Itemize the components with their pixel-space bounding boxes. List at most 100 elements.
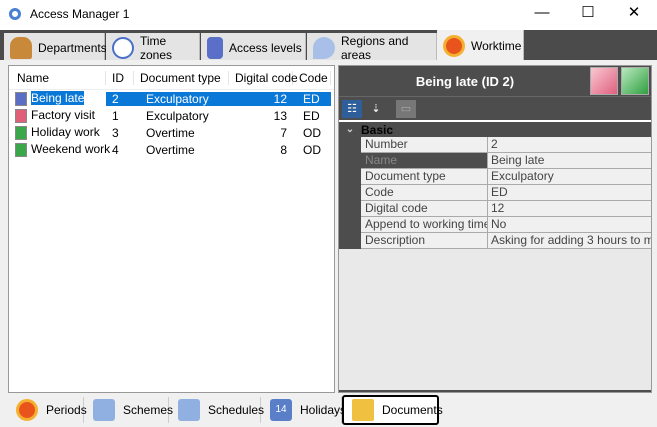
row-name: Factory visit bbox=[31, 108, 96, 123]
categorized-view-icon[interactable]: ☷ bbox=[342, 99, 362, 118]
tab-documents[interactable]: Documents bbox=[342, 395, 443, 425]
table-row[interactable]: Being late 2 Exculpatory 12 ED bbox=[9, 90, 334, 107]
property-key: Name bbox=[361, 153, 488, 169]
document-icon bbox=[15, 108, 27, 123]
maximize-button[interactable]: ☐ bbox=[565, 0, 611, 28]
category-basic[interactable]: ⌄ Basic bbox=[339, 122, 651, 137]
clock-icon bbox=[112, 36, 134, 59]
property-pages-icon[interactable]: ▭ bbox=[396, 99, 416, 118]
bottom-tab-strip: Periods Schemes Schedules 14 Holidays Doc… bbox=[0, 395, 657, 427]
column-name[interactable]: Name bbox=[9, 70, 106, 85]
notepad-pencil-icon bbox=[352, 399, 374, 421]
row-name: Being late bbox=[31, 91, 85, 106]
document-icon bbox=[15, 125, 27, 140]
property-key: Append to working time bbox=[361, 217, 488, 233]
worktime-content: Name ID Document type Digital code Code … bbox=[0, 60, 657, 395]
tab-label: Departments bbox=[38, 40, 107, 55]
tab-departments[interactable]: Departments bbox=[4, 33, 107, 62]
tab-label: Schemes bbox=[123, 403, 174, 417]
top-tab-strip: Departments Time zones Access levels Reg… bbox=[0, 28, 657, 62]
property-row[interactable]: Document type Exculpatory bbox=[339, 169, 651, 185]
window-title: Access Manager 1 bbox=[30, 7, 130, 21]
column-document-type[interactable]: Document type bbox=[134, 70, 229, 85]
tab-label: Regions and areas bbox=[341, 33, 409, 62]
list-header: Name ID Document type Digital code Code bbox=[9, 66, 334, 90]
alphabetical-sort-icon[interactable]: ⇣ bbox=[366, 100, 386, 118]
category-label: Basic bbox=[361, 122, 394, 137]
row-code: ED bbox=[303, 108, 320, 123]
tab-label: Documents bbox=[382, 403, 443, 417]
property-key: Description bbox=[361, 233, 488, 249]
tab-label: Periods bbox=[46, 403, 87, 417]
row-digital-code: 8 bbox=[280, 142, 287, 157]
property-grid: ⌄ Basic Number 2 Name Being late Document typ… bbox=[339, 122, 651, 390]
calendar-14-icon: 14 bbox=[270, 399, 292, 421]
tab-schedules[interactable]: Schedules bbox=[170, 397, 264, 423]
property-value[interactable]: Being late bbox=[488, 153, 651, 169]
tab-access-levels[interactable]: Access levels bbox=[201, 33, 306, 62]
property-value[interactable]: 2 bbox=[488, 137, 651, 153]
property-key: Code bbox=[361, 185, 488, 201]
property-value[interactable]: Exculpatory bbox=[488, 169, 651, 185]
row-document-type: Overtime bbox=[146, 142, 195, 157]
tab-schemes[interactable]: Schemes bbox=[85, 397, 173, 423]
row-code: OD bbox=[303, 142, 321, 157]
details-panel: Being late (ID 2) ☷ ⇣ ▭ ⌄ Basic Number 2 Na… bbox=[338, 65, 652, 393]
property-row[interactable]: Code ED bbox=[339, 185, 651, 201]
property-row[interactable]: Digital code 12 bbox=[339, 201, 651, 217]
table-row[interactable]: Factory visit 1 Exculpatory 13 ED bbox=[9, 107, 334, 124]
calendar-clock-icon bbox=[178, 399, 200, 421]
column-digital-code[interactable]: Digital code bbox=[229, 70, 298, 85]
add-document-green-button[interactable] bbox=[621, 67, 649, 95]
map-pin-icon bbox=[313, 36, 335, 59]
app-icon bbox=[9, 8, 21, 20]
property-row[interactable]: Description Asking for adding 3 hours to … bbox=[339, 233, 651, 249]
property-row[interactable]: Number 2 bbox=[339, 137, 651, 153]
tab-time-zones[interactable]: Time zones bbox=[106, 33, 200, 62]
column-code[interactable]: Code bbox=[293, 70, 331, 85]
property-value[interactable]: Asking for adding 3 hours to my w bbox=[488, 233, 651, 249]
row-id: 3 bbox=[112, 125, 119, 140]
row-digital-code: 7 bbox=[280, 125, 287, 140]
tab-regions-and-areas[interactable]: Regions and areas bbox=[307, 33, 437, 62]
tab-label: Access levels bbox=[229, 40, 302, 55]
tab-worktime[interactable]: Worktime bbox=[437, 30, 524, 62]
property-value[interactable]: No bbox=[488, 217, 651, 233]
tab-label: Holidays bbox=[300, 403, 347, 417]
calendar-icon bbox=[93, 399, 115, 421]
row-code: ED bbox=[293, 91, 331, 106]
alarm-clock-icon bbox=[443, 35, 465, 57]
property-key: Number bbox=[361, 137, 488, 153]
tab-periods[interactable]: Periods bbox=[8, 397, 87, 423]
row-name: Weekend work bbox=[31, 142, 111, 157]
property-key: Document type bbox=[361, 169, 488, 185]
property-toolbar: ☷ ⇣ ▭ bbox=[339, 97, 651, 122]
person-icon bbox=[10, 36, 32, 59]
table-row[interactable]: Weekend work 4 Overtime 8 OD bbox=[9, 141, 334, 158]
property-key: Digital code bbox=[361, 201, 488, 217]
tab-holidays[interactable]: 14 Holidays bbox=[262, 397, 346, 423]
row-code: OD bbox=[303, 125, 321, 140]
property-value[interactable]: ED bbox=[488, 185, 651, 201]
add-document-red-button[interactable] bbox=[590, 67, 618, 95]
details-header: Being late (ID 2) bbox=[339, 66, 651, 97]
documents-list[interactable]: Name ID Document type Digital code Code … bbox=[8, 65, 335, 393]
document-icon bbox=[15, 142, 27, 157]
property-row[interactable]: Name Being late bbox=[339, 153, 651, 169]
minimize-button[interactable]: — bbox=[519, 0, 565, 28]
row-digital-code: 12 bbox=[229, 91, 293, 106]
close-button[interactable]: ✕ bbox=[611, 0, 657, 28]
row-document-type: Exculpatory bbox=[146, 108, 209, 123]
row-id: 4 bbox=[112, 142, 119, 157]
property-value[interactable]: 12 bbox=[488, 201, 651, 217]
column-id[interactable]: ID bbox=[106, 70, 134, 85]
padlock-icon bbox=[207, 36, 223, 59]
tab-label: Time zones bbox=[140, 33, 173, 62]
table-row[interactable]: Holiday work 3 Overtime 7 OD bbox=[9, 124, 334, 141]
tab-label: Worktime bbox=[471, 39, 522, 53]
row-document-type: Overtime bbox=[146, 125, 195, 140]
property-row[interactable]: Append to working time No bbox=[339, 217, 651, 233]
row-name: Holiday work bbox=[31, 125, 100, 140]
row-id: 2 bbox=[106, 91, 134, 106]
chevron-down-icon[interactable]: ⌄ bbox=[339, 124, 361, 135]
